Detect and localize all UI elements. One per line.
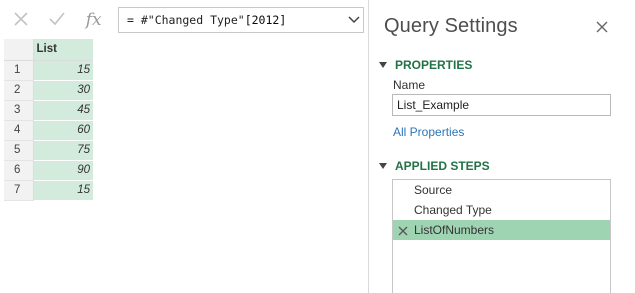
applied-steps-list: Source Changed Type ListOfNumbers	[392, 179, 611, 293]
table-row: 4 60	[4, 120, 93, 141]
row-number[interactable]: 2	[4, 80, 34, 101]
check-icon[interactable]	[49, 11, 65, 29]
table-row: 6 90	[4, 160, 93, 181]
formula-index: [2012]	[244, 13, 287, 27]
table-row: 7 15	[4, 180, 93, 201]
delete-step-icon[interactable]	[398, 225, 408, 236]
cell-value[interactable]: 75	[33, 140, 93, 161]
row-number[interactable]: 5	[4, 140, 34, 161]
chevron-down-icon[interactable]	[345, 16, 363, 24]
row-number[interactable]: 1	[4, 60, 34, 81]
cell-value[interactable]: 45	[33, 100, 93, 121]
pane-title: Query Settings	[384, 15, 518, 37]
collapse-triangle-icon[interactable]	[379, 62, 387, 68]
grid-corner[interactable]	[4, 39, 34, 61]
step-label: ListOfNumbers	[414, 223, 495, 237]
applied-steps-section-header[interactable]: APPLIED STEPS	[379, 159, 490, 173]
query-settings-pane: Query Settings PROPERTIES Name All Prope…	[368, 0, 635, 293]
close-icon[interactable]	[595, 20, 609, 34]
cell-value[interactable]: 90	[33, 160, 93, 181]
table-row: 5 75	[4, 140, 93, 161]
row-number[interactable]: 4	[4, 120, 34, 141]
properties-header-label: PROPERTIES	[395, 58, 473, 72]
row-number[interactable]: 3	[4, 100, 34, 121]
cell-value[interactable]: 60	[33, 120, 93, 141]
cell-value[interactable]: 15	[33, 60, 93, 81]
step-changed-type[interactable]: Changed Type	[393, 200, 610, 220]
column-header-list[interactable]: List	[33, 39, 93, 61]
row-number[interactable]: 6	[4, 160, 34, 181]
cell-value[interactable]: 15	[33, 180, 93, 201]
name-label: Name	[393, 78, 426, 92]
formula-bar-actions: fx	[4, 6, 112, 34]
step-label: Source	[414, 183, 453, 197]
row-number[interactable]: 7	[4, 180, 34, 201]
query-name-field[interactable]	[392, 94, 611, 116]
fx-icon[interactable]: fx	[86, 10, 102, 30]
formula-text[interactable]: = #"Changed Type"[2012]	[119, 13, 345, 27]
all-properties-link[interactable]: All Properties	[393, 125, 464, 139]
data-grid: List 1 15 2 30 3 45 4 60 5 75 6 90 7 15	[4, 39, 93, 201]
cell-value[interactable]: 30	[33, 80, 93, 101]
formula-prefix: = #"Changed Type"	[127, 13, 245, 27]
collapse-triangle-icon[interactable]	[379, 163, 387, 169]
table-row: 2 30	[4, 80, 93, 101]
step-source[interactable]: Source	[393, 180, 610, 200]
step-label: Changed Type	[414, 203, 492, 217]
close-icon[interactable]	[14, 11, 28, 29]
formula-bar: fx = #"Changed Type"[2012]	[4, 6, 364, 34]
table-row: 3 45	[4, 100, 93, 121]
applied-steps-header-label: APPLIED STEPS	[395, 159, 490, 173]
properties-section-header[interactable]: PROPERTIES	[379, 58, 472, 72]
table-row: 1 15	[4, 60, 93, 81]
formula-input[interactable]: = #"Changed Type"[2012]	[118, 7, 364, 33]
step-listofnumbers[interactable]: ListOfNumbers	[393, 220, 610, 240]
